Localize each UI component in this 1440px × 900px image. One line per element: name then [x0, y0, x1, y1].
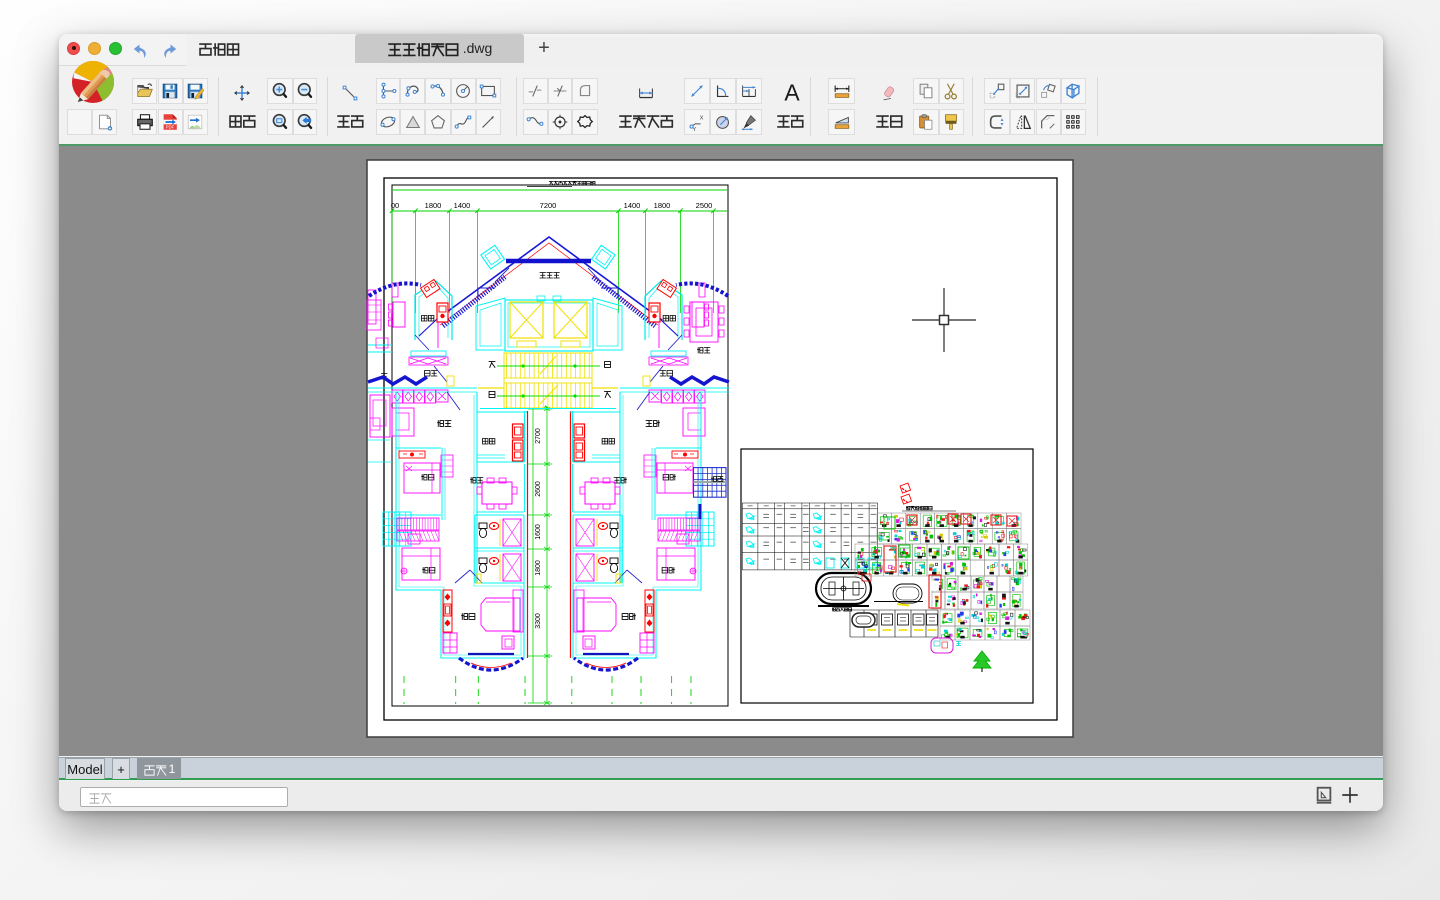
svg-text:A: A	[784, 81, 800, 105]
svg-text:00: 00	[391, 201, 399, 210]
svg-text:1400: 1400	[454, 201, 471, 210]
svg-text:3300: 3300	[535, 613, 542, 629]
svg-text:PDF: PDF	[166, 125, 175, 130]
svg-text:1600: 1600	[535, 524, 542, 540]
svg-text:1400: 1400	[624, 201, 641, 210]
svg-text:1800: 1800	[654, 201, 671, 210]
svg-text:1800: 1800	[425, 201, 442, 210]
svg-text:X: X	[700, 115, 704, 121]
svg-text:2700: 2700	[535, 428, 542, 444]
svg-text:1800: 1800	[535, 560, 542, 576]
svg-text:2600: 2600	[535, 481, 542, 497]
svg-text:2500: 2500	[696, 201, 713, 210]
svg-text:7200: 7200	[540, 201, 557, 210]
